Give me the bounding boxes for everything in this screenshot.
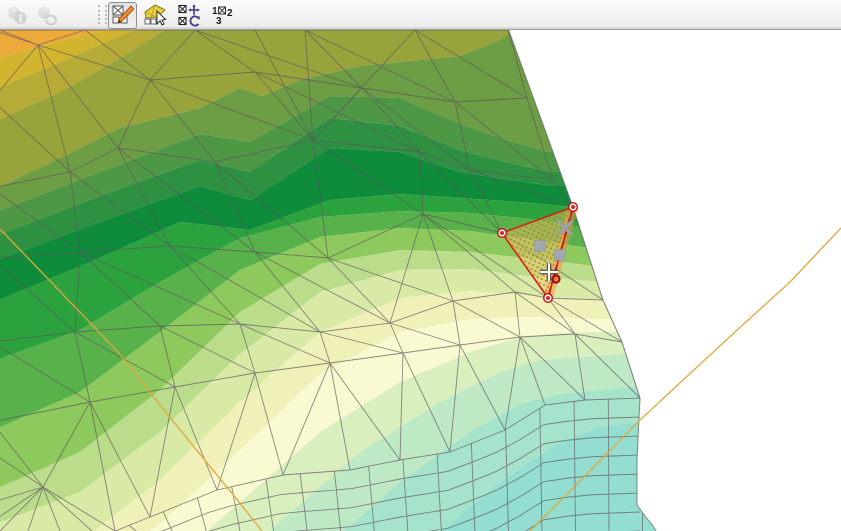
reindex-faces-and-vertices-button[interactable]: 1 2 3: [208, 2, 233, 27]
cube-refresh-icon: [36, 3, 60, 27]
mesh-select-icon: [143, 3, 167, 27]
vertex-marker-dot: [500, 231, 504, 235]
new-vertex-marker: [552, 275, 559, 282]
map-canvas[interactable]: [0, 0, 841, 531]
mesh-information-button[interactable]: [5, 2, 30, 27]
select-mesh-elements-button[interactable]: [142, 2, 167, 27]
mesh-reindex-icon: 1 2 3: [209, 3, 233, 27]
reindex-digit-3: 3: [216, 16, 222, 27]
toolbar-drag-handle[interactable]: [98, 5, 107, 24]
face-center-marker[interactable]: [535, 241, 546, 252]
edge-midpoint-marker[interactable]: [555, 250, 566, 261]
transform-mesh-vertices-button[interactable]: [176, 2, 201, 27]
vertex-marker-dot: [571, 205, 575, 209]
qgis-mesh-editing-window: 1 2 3: [0, 0, 841, 531]
vertex-marker-dot: [546, 296, 550, 300]
cube-info-icon: [6, 3, 30, 27]
reindex-digit-2: 2: [227, 8, 233, 19]
mesh-transform-icon: [177, 3, 201, 27]
digitize-mesh-elements-button[interactable]: [108, 2, 137, 29]
mesh-pencil-icon: [111, 4, 134, 27]
mesh-editing-toolbar: 1 2 3: [0, 0, 841, 30]
reload-mesh-button[interactable]: [35, 2, 60, 27]
